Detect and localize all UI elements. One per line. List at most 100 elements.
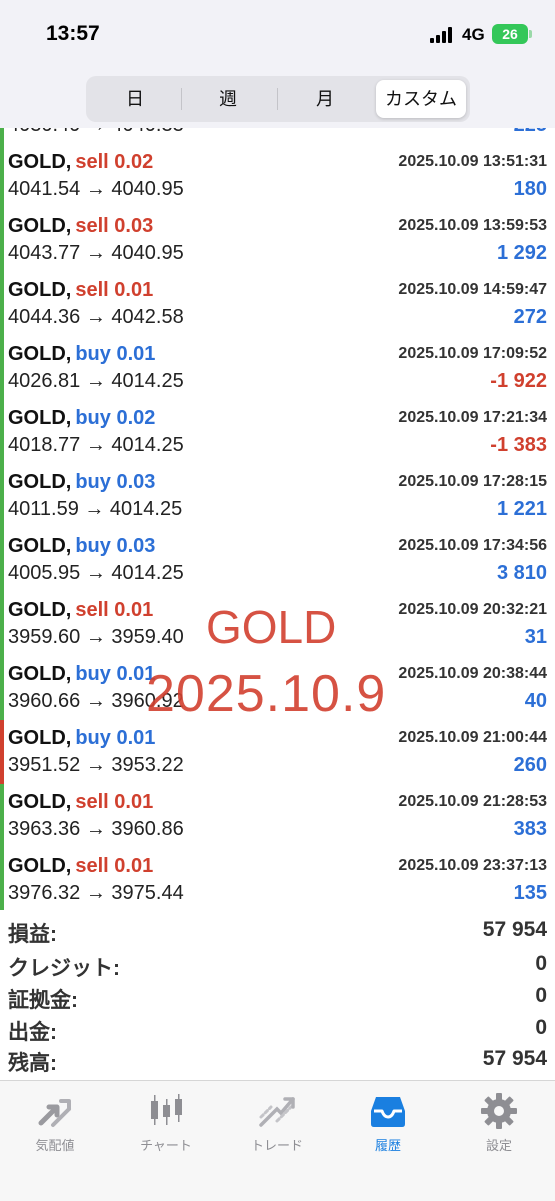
status-bar: 13:57 4G 26 — [0, 0, 555, 70]
trade-profit: 135 — [513, 882, 547, 904]
summary-credit: クレジット: 0 — [0, 949, 555, 981]
trade-row[interactable]: GOLD, buy 0.01 2025.10.09 21:00:44 3951.52 … — [0, 720, 555, 785]
row-indicator-bar — [0, 272, 4, 336]
tab-trade[interactable]: トレード — [227, 1091, 327, 1161]
trade-row[interactable]: GOLD, buy 0.03 2025.10.09 17:28:15 4011.59 … — [0, 464, 555, 529]
battery-icon: 26 — [492, 24, 528, 44]
period-segmented-control: 日 週 月 カスタム — [86, 76, 470, 122]
trade-profit: 1 221 — [496, 498, 547, 520]
trade-symbol: GOLD, — [8, 791, 72, 813]
trade-time: 2025.10.09 13:51:31 — [398, 153, 547, 170]
trade-time: 2025.10.09 20:32:21 — [398, 601, 547, 618]
summary-label: 残高: — [8, 1052, 57, 1075]
trade-profit: 31 — [524, 626, 547, 648]
history-inbox-icon — [371, 1097, 405, 1127]
trade-action: sell 0.01 — [75, 279, 154, 301]
tab-label: 気配値 — [35, 1138, 75, 1153]
trade-profit: -1 922 — [490, 370, 547, 392]
trade-prices: 4026.81 → 4014.25 — [8, 370, 184, 392]
trade-time: 2025.10.09 21:28:53 — [398, 793, 547, 810]
summary-label: クレジット: — [8, 957, 120, 980]
tab-history[interactable]: 履歴 — [338, 1091, 438, 1161]
trade-title: GOLD, buy 0.03 — [8, 471, 155, 494]
trade-row[interactable]: GOLD, sell 0.01 2025.10.09 23:37:13 3976.32… — [0, 848, 555, 910]
trade-time: 2025.10.09 17:09:52 — [398, 345, 547, 362]
trade-prices: 4030.40 → 4040.33 — [8, 128, 184, 137]
signal-icon — [430, 26, 456, 43]
trade-time: 2025.10.09 20:38:44 — [398, 665, 547, 682]
trade-prices: 4018.77 → 4014.25 — [8, 434, 184, 456]
summary-balance: 残高: 57 954 — [0, 1044, 555, 1076]
trade-prices: 3960.66 → 3960.92 — [8, 690, 184, 712]
summary-value: 0 — [535, 1016, 547, 1039]
trade-symbol: GOLD, — [8, 535, 72, 557]
row-indicator-bar — [0, 848, 4, 910]
trade-action: sell 0.01 — [75, 791, 154, 813]
trade-row[interactable]: GOLD, sell 0.03 2025.10.09 13:59:53 4043.77… — [0, 208, 555, 273]
tab-chart[interactable]: チャート — [116, 1091, 216, 1161]
tab-day[interactable]: 日 — [90, 80, 180, 118]
trade-profit: 3 810 — [496, 562, 547, 584]
summary-label: 証拠金: — [8, 989, 78, 1012]
row-indicator-bar — [0, 656, 4, 720]
trade-row[interactable]: GOLD, sell 0.01 2025.10.09 21:28:53 3963.36… — [0, 784, 555, 849]
trade-title: GOLD, buy 0.01 — [8, 663, 155, 686]
trade-time: 2025.10.09 21:00:44 — [398, 729, 547, 746]
row-indicator-bar — [0, 128, 4, 144]
trade-title: GOLD, buy 0.01 — [8, 727, 155, 750]
tab-quotes[interactable]: 気配値 — [5, 1091, 105, 1161]
trade-time: 2025.10.09 23:37:13 — [398, 857, 547, 874]
tab-custom[interactable]: カスタム — [376, 80, 466, 118]
network-type: 4G — [462, 25, 485, 44]
quotes-arrows-icon — [38, 1099, 71, 1127]
trade-prices: 3959.60 → 3959.40 — [8, 626, 184, 648]
summary-label: 出金: — [8, 1021, 57, 1044]
trade-history-list[interactable]: 4030.40 → 4040.33 225 GOLD,sell 0.022025… — [0, 128, 555, 910]
trade-row[interactable]: GOLD, sell 0.02 2025.10.09 13:51:31 4041.54… — [0, 144, 555, 209]
trade-profit: 383 — [513, 818, 547, 840]
trade-title: GOLD, sell 0.01 — [8, 279, 153, 302]
trade-row[interactable]: GOLD, buy 0.03 2025.10.09 17:34:56 4005.95 … — [0, 528, 555, 593]
trade-profit: 1 292 — [496, 242, 547, 264]
trade-time: 2025.10.09 13:59:53 — [398, 217, 547, 234]
summary-value: 0 — [535, 984, 547, 1007]
trade-row[interactable]: GOLD, buy 0.01 2025.10.09 20:38:44 3960.66 … — [0, 656, 555, 721]
tab-week[interactable]: 週 — [182, 80, 274, 118]
trade-symbol: GOLD, — [8, 215, 72, 237]
trade-symbol: GOLD, — [8, 663, 72, 685]
summary-withdrawal: 出金: 0 — [0, 1013, 555, 1045]
trade-action: sell 0.01 — [75, 855, 154, 877]
trade-title: GOLD, sell 0.02 — [8, 151, 153, 174]
summary-margin: 証拠金: 0 — [0, 981, 555, 1013]
tab-label: トレード — [250, 1138, 303, 1153]
trade-prices: 4011.59 → 4014.25 — [8, 498, 183, 520]
trade-prices: 4043.77 → 4040.95 — [8, 242, 184, 264]
trade-row[interactable]: GOLD, buy 0.02 2025.10.09 17:21:34 4018.77 … — [0, 400, 555, 465]
trade-profit: 225 — [514, 128, 547, 137]
trade-profit: 272 — [513, 306, 547, 328]
trade-row[interactable]: GOLD, buy 0.01 2025.10.09 17:09:52 4026.81 … — [0, 336, 555, 401]
trade-time: 2025.10.09 17:34:56 — [398, 537, 547, 554]
trade-profit: 40 — [524, 690, 547, 712]
tab-settings[interactable]: 設定 — [449, 1091, 549, 1161]
trade-action: sell 0.01 — [75, 599, 154, 621]
summary-label: 損益: — [8, 923, 57, 946]
candlestick-icon — [151, 1094, 182, 1125]
trade-row[interactable]: GOLD, sell 0.01 2025.10.09 20:32:21 3959.60… — [0, 592, 555, 657]
trade-action: sell 0.02 — [75, 151, 154, 173]
trade-prices: 4041.54 → 4040.95 — [8, 178, 184, 200]
trade-title: GOLD, sell 0.01 — [8, 791, 153, 814]
bottom-tab-bar: 気配値 チャート トレード 履歴 設定 — [0, 1080, 555, 1201]
row-indicator-bar — [0, 144, 4, 208]
trade-symbol: GOLD, — [8, 151, 72, 173]
tab-month[interactable]: 月 — [278, 80, 372, 118]
trade-profit: 180 — [513, 178, 547, 200]
trade-title: GOLD, buy 0.03 — [8, 535, 155, 558]
battery-cap — [529, 30, 532, 38]
trade-row-partial[interactable]: 4030.40 → 4040.33 225 — [0, 128, 555, 145]
summary-value: 57 954 — [482, 918, 547, 941]
trade-action: buy 0.03 — [75, 535, 156, 557]
trade-row[interactable]: GOLD, sell 0.01 2025.10.09 14:59:47 4044.36… — [0, 272, 555, 337]
trade-symbol: GOLD, — [8, 279, 72, 301]
row-indicator-bar — [0, 464, 4, 528]
